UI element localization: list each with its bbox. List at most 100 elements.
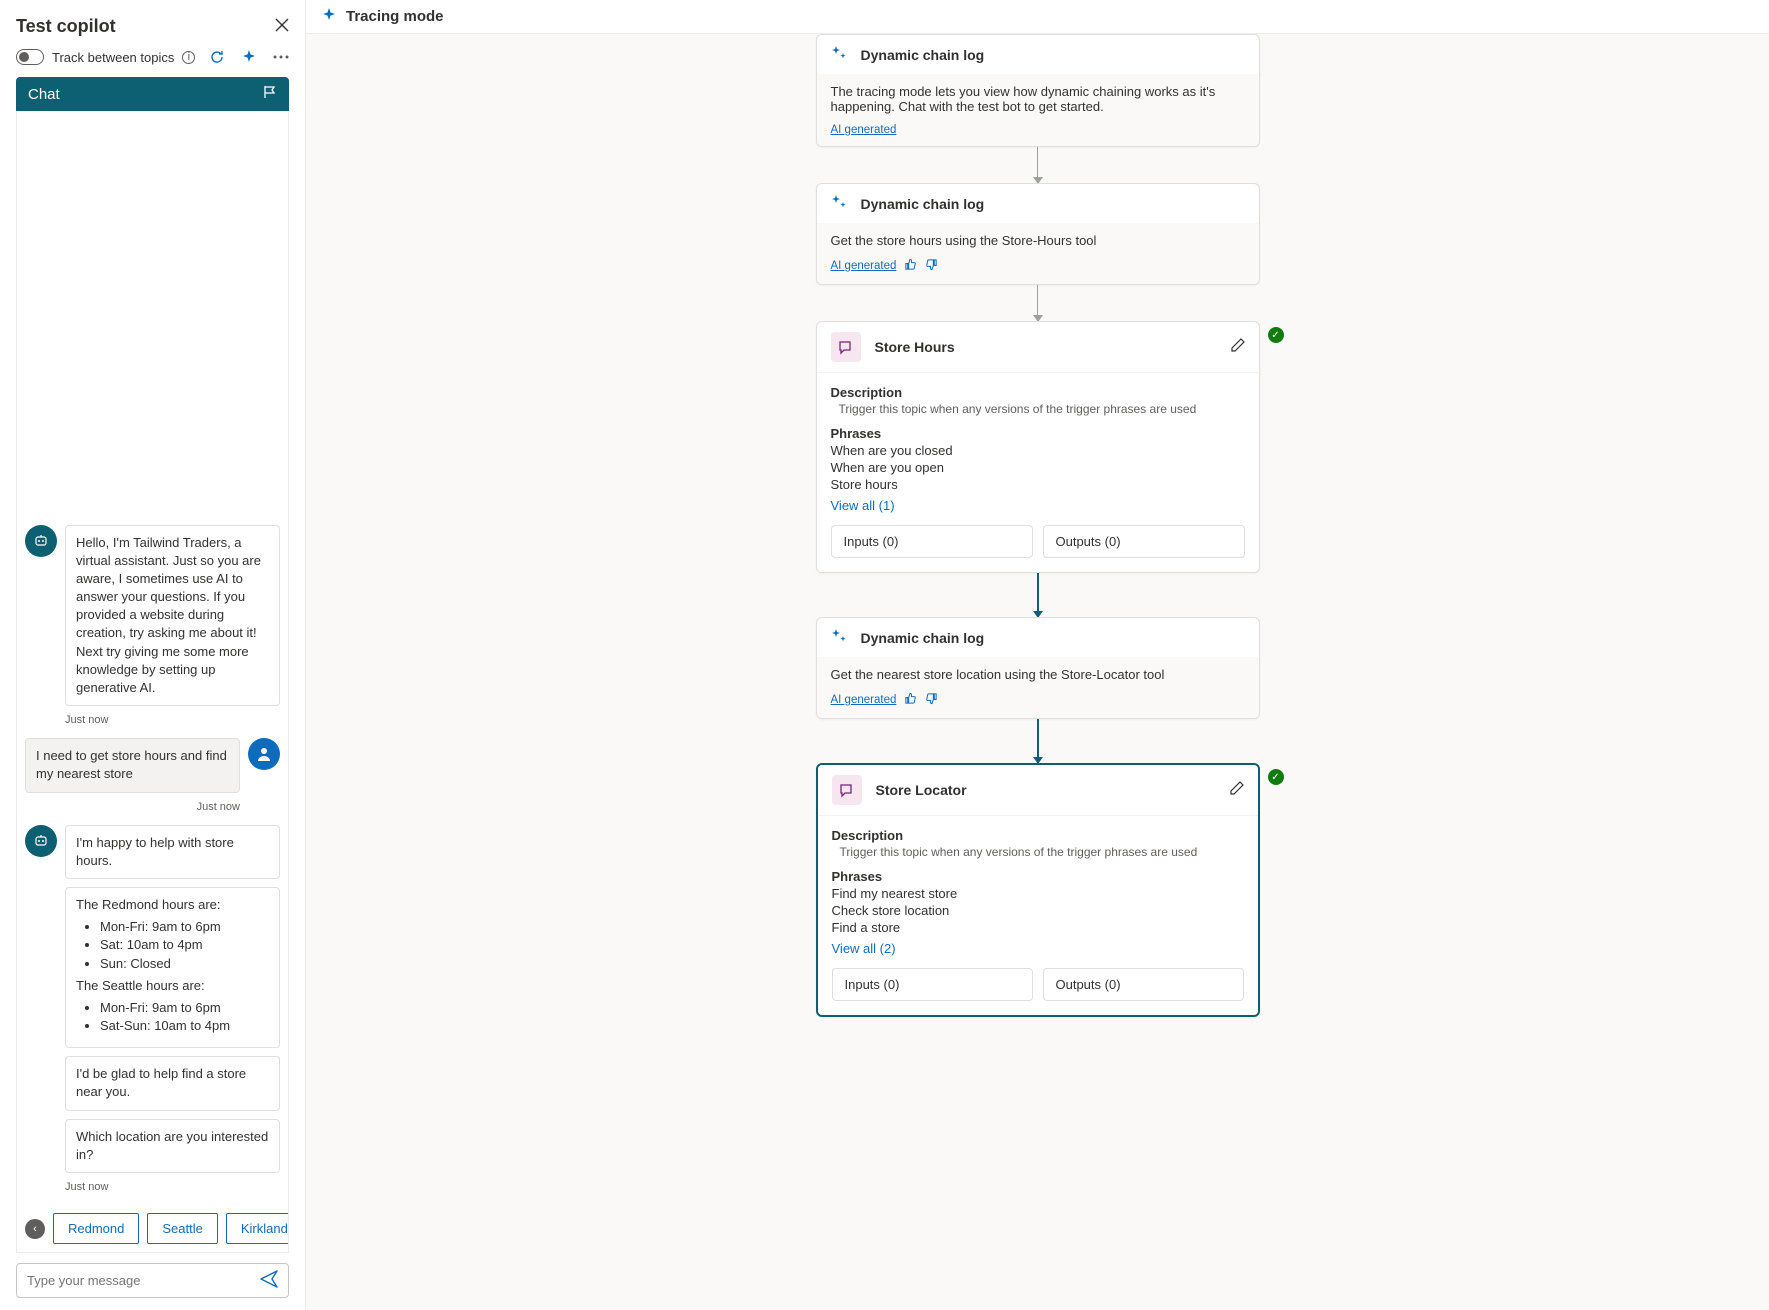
user-message-row: I need to get store hours and find my ne…	[25, 738, 280, 792]
redmond-hours-label: The Redmond hours are:	[76, 896, 269, 914]
chat-body[interactable]: Hello, I'm Tailwind Traders, a virtual a…	[16, 111, 289, 1253]
bot-bubble: I'd be glad to help find a store near yo…	[65, 1056, 280, 1110]
sparkle-icon[interactable]	[241, 49, 257, 65]
tracing-panel: Tracing mode Dynamic chain log The traci…	[306, 0, 1769, 1310]
phrases-label: Phrases	[832, 869, 1244, 884]
bot-bubble-hours: The Redmond hours are: Mon-Fri: 9am to 6…	[65, 887, 280, 1048]
panel-header: Test copilot	[16, 8, 289, 41]
timestamp: Just now	[65, 714, 280, 726]
list-item: Sat: 10am to 4pm	[100, 936, 269, 954]
chain-log-card: Dynamic chain log Get the nearest store …	[816, 617, 1260, 719]
connector-arrow	[1037, 147, 1038, 183]
ai-generated-link[interactable]: AI generated	[831, 694, 897, 706]
card-title: Dynamic chain log	[861, 196, 985, 212]
track-toggle[interactable]	[16, 49, 44, 65]
suggestion-button[interactable]: Seattle	[147, 1213, 217, 1244]
chain-icon	[831, 628, 847, 647]
send-icon[interactable]	[260, 1270, 278, 1291]
description-label: Description	[831, 385, 1245, 400]
topic-card-store-locator[interactable]: Store Locator Description Trigger this t…	[816, 763, 1260, 1017]
phrase-item: Find my nearest store	[832, 886, 1244, 901]
bot-bubble: I'm happy to help with store hours.	[65, 825, 280, 879]
suggestion-row: ‹ Redmond Seattle Kirkland ›	[25, 1213, 280, 1244]
timestamp: Just now	[25, 801, 240, 813]
suggestion-button[interactable]: Redmond	[53, 1213, 139, 1244]
info-icon[interactable]: i	[182, 51, 195, 64]
connector-arrow	[1037, 573, 1039, 617]
bot-bubble: Hello, I'm Tailwind Traders, a virtual a…	[65, 525, 280, 707]
user-bubble: I need to get store hours and find my ne…	[25, 738, 240, 792]
seattle-hours-label: The Seattle hours are:	[76, 977, 269, 995]
phrase-item: When are you closed	[831, 443, 1245, 458]
chevron-left-icon[interactable]: ‹	[25, 1219, 45, 1239]
user-avatar-icon	[248, 738, 280, 770]
bot-avatar-icon	[25, 825, 57, 857]
chain-log-card: Dynamic chain log Get the store hours us…	[816, 183, 1260, 285]
track-label: Track between topics	[52, 50, 174, 65]
topic-card-store-hours[interactable]: Store Hours Description Trigger this top…	[816, 321, 1260, 573]
description-text: Trigger this topic when any versions of …	[840, 845, 1244, 859]
inputs-button[interactable]: Inputs (0)	[831, 525, 1033, 558]
card-body-text: Get the nearest store location using the…	[831, 667, 1245, 682]
phrase-item: Store hours	[831, 477, 1245, 492]
phrase-item: When are you open	[831, 460, 1245, 475]
test-copilot-panel: Test copilot Track between topics i Chat	[0, 0, 306, 1310]
connector-arrow	[1037, 285, 1038, 321]
view-all-link[interactable]: View all (2)	[832, 941, 896, 956]
ai-generated-link[interactable]: AI generated	[831, 260, 897, 272]
phrase-item: Check store location	[832, 903, 1244, 918]
edit-icon[interactable]	[1230, 338, 1245, 356]
close-icon[interactable]	[275, 18, 289, 35]
inputs-button[interactable]: Inputs (0)	[832, 968, 1033, 1001]
refresh-icon[interactable]	[209, 49, 225, 65]
topic-title: Store Hours	[875, 339, 955, 355]
thumbs-down-icon[interactable]	[925, 258, 938, 274]
list-item: Sat-Sun: 10am to 4pm	[100, 1017, 269, 1035]
suggestion-button[interactable]: Kirkland	[226, 1213, 289, 1244]
description-label: Description	[832, 828, 1244, 843]
check-badge-icon: ✓	[1268, 327, 1284, 343]
tracing-header: Tracing mode	[306, 0, 1769, 34]
list-item: Mon-Fri: 9am to 6pm	[100, 999, 269, 1017]
list-item: Sun: Closed	[100, 955, 269, 973]
view-all-link[interactable]: View all (1)	[831, 498, 895, 513]
flag-icon[interactable]	[263, 85, 277, 103]
card-body-text: Get the store hours using the Store-Hour…	[831, 233, 1245, 248]
more-icon[interactable]	[273, 49, 289, 65]
description-text: Trigger this topic when any versions of …	[839, 402, 1245, 416]
card-title: Dynamic chain log	[861, 47, 985, 63]
tracing-canvas[interactable]: Dynamic chain log The tracing mode lets …	[306, 34, 1769, 1310]
topic-icon	[832, 775, 862, 805]
message-input[interactable]	[27, 1273, 260, 1288]
bot-message-row: I'm happy to help with store hours. The …	[25, 825, 280, 1173]
chain-icon	[831, 45, 847, 64]
card-body-text: The tracing mode lets you view how dynam…	[831, 84, 1245, 114]
ai-generated-link[interactable]: AI generated	[831, 124, 897, 136]
chat-tab-header: Chat	[16, 77, 289, 111]
thumbs-down-icon[interactable]	[925, 692, 938, 708]
outputs-button[interactable]: Outputs (0)	[1043, 968, 1244, 1001]
tracing-title: Tracing mode	[346, 8, 444, 25]
chat-tab-label: Chat	[28, 86, 60, 103]
phrase-item: Find a store	[832, 920, 1244, 935]
message-input-row	[16, 1263, 289, 1298]
topic-icon	[831, 332, 861, 362]
bot-bubble: Which location are you interested in?	[65, 1119, 280, 1173]
edit-icon[interactable]	[1229, 781, 1244, 799]
thumbs-up-icon[interactable]	[904, 258, 917, 274]
timestamp: Just now	[65, 1181, 280, 1193]
panel-title: Test copilot	[16, 16, 116, 37]
card-title: Dynamic chain log	[861, 630, 985, 646]
list-item: Mon-Fri: 9am to 6pm	[100, 918, 269, 936]
connector-arrow	[1037, 719, 1039, 763]
chain-icon	[831, 194, 847, 213]
thumbs-up-icon[interactable]	[904, 692, 917, 708]
outputs-button[interactable]: Outputs (0)	[1043, 525, 1245, 558]
bot-message-row: Hello, I'm Tailwind Traders, a virtual a…	[25, 525, 280, 707]
phrases-label: Phrases	[831, 426, 1245, 441]
check-badge-icon: ✓	[1268, 769, 1284, 785]
topic-title: Store Locator	[876, 782, 967, 798]
sparkle-icon	[322, 8, 336, 25]
chain-log-card: Dynamic chain log The tracing mode lets …	[816, 34, 1260, 147]
bot-avatar-icon	[25, 525, 57, 557]
